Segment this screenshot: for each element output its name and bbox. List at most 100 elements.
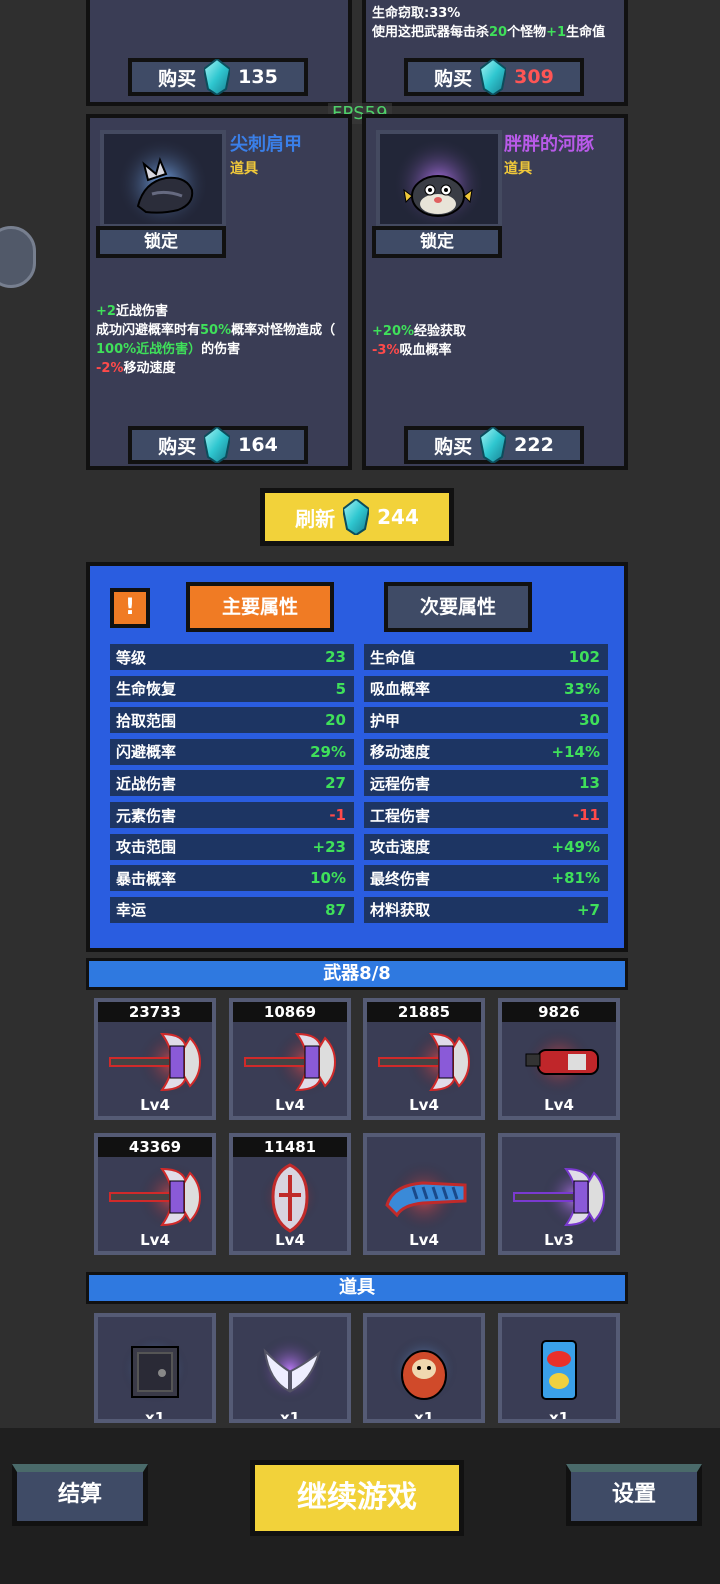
item-count: x1 — [144, 1409, 166, 1423]
stat-label: 护甲 — [370, 711, 401, 730]
settle-button[interactable]: 结算 — [12, 1464, 148, 1526]
stat-row: 材料获取 +7 — [364, 896, 608, 923]
stat-label: 工程伤害 — [370, 806, 431, 825]
weapon-level: Lv4 — [140, 1231, 170, 1249]
weapon-level: Lv3 — [544, 1231, 574, 1249]
item-thumbnail — [100, 130, 226, 230]
stat-label: 元素伤害 — [116, 806, 177, 825]
stat-row: 生命恢复 5 — [110, 675, 354, 702]
effect-line: +20%经验获取 — [372, 324, 467, 339]
desc-line: 生命窃取:33% — [372, 6, 461, 21]
buy-button[interactable]: 购买 164 — [128, 426, 308, 464]
stat-value: 27 — [325, 774, 346, 793]
stat-value: 23 — [325, 648, 346, 666]
gem-icon — [480, 59, 507, 95]
stat-label: 最终伤害 — [370, 869, 431, 888]
stat-label: 幸运 — [116, 901, 147, 920]
item-description: 生命窃取:33% 使用这把武器每击杀20个怪物+1生命值 — [372, 4, 605, 42]
weapon-damage: 10869 — [233, 1002, 347, 1022]
item-slot[interactable]: x1 — [94, 1313, 216, 1423]
item-name: 尖刺肩甲 — [230, 134, 302, 155]
buy-button[interactable]: 购买 309 — [404, 58, 584, 96]
axe-icon — [109, 1163, 206, 1231]
gem-icon — [204, 59, 231, 95]
stat-row: 吸血概率 33% — [364, 675, 608, 702]
stat-row: 攻击范围 +23 — [110, 833, 354, 860]
spiked-shoulder-icon — [117, 138, 209, 230]
tab-secondary-stats[interactable]: 次要属性 — [384, 582, 532, 632]
shield-icon — [260, 1163, 320, 1233]
stat-value: +7 — [576, 900, 600, 919]
stat-value: +23 — [312, 837, 346, 856]
stat-label: 拾取范围 — [116, 711, 177, 730]
weapon-slot[interactable]: 9826 Lv4 — [498, 998, 620, 1120]
price: 222 — [514, 434, 554, 456]
lock-button[interactable]: 锁定 — [372, 226, 502, 258]
safe-icon — [121, 1335, 189, 1403]
desc-line: 使用这把武器每击杀20个怪物+1生命值 — [372, 25, 606, 40]
stat-label: 吸血概率 — [370, 680, 431, 699]
stat-label: 攻击范围 — [116, 838, 177, 857]
stat-value: 20 — [325, 711, 346, 730]
weapon-slot[interactable]: Lv4 — [363, 1133, 485, 1255]
buy-label: 购买 — [158, 435, 197, 458]
weapon-slot[interactable]: 11481 Lv4 — [229, 1133, 351, 1255]
effect-line: -2%移动速度 — [96, 361, 176, 376]
buy-button[interactable]: 购买 222 — [404, 426, 584, 464]
weapon-slot[interactable]: Lv3 — [498, 1133, 620, 1255]
floating-assist-button[interactable] — [0, 226, 36, 288]
stats-panel: ! 主要属性 次要属性 等级 23 生命恢复 5 拾取范围 20 闪避概率 29% 近战伤害 27… — [86, 562, 628, 952]
settings-button[interactable]: 设置 — [566, 1464, 702, 1526]
stat-value: 10% — [310, 869, 346, 888]
item-slot[interactable]: x1 — [229, 1313, 351, 1423]
item-count: x1 — [548, 1409, 570, 1423]
stat-row: 暴击概率 10% — [110, 865, 354, 892]
effect-line: -3%吸血概率 — [372, 343, 452, 358]
refresh-price: 244 — [377, 505, 419, 529]
warning-icon[interactable]: ! — [110, 588, 150, 628]
lock-button[interactable]: 锁定 — [96, 226, 226, 258]
stat-label: 闪避概率 — [116, 743, 177, 762]
stat-row: 拾取范围 20 — [110, 707, 354, 734]
item-slot[interactable]: x1 — [498, 1313, 620, 1423]
weapons-header: 武器8/8 — [86, 958, 628, 990]
stat-row: 最终伤害 +81% — [364, 865, 608, 892]
item-thumbnail — [376, 130, 502, 230]
wings-icon — [256, 1335, 324, 1403]
stat-value: +81% — [551, 869, 600, 888]
effect-line: 100%近战伤害）的伤害 — [96, 342, 241, 357]
stat-row: 护甲 30 — [364, 707, 608, 734]
item-name: 胖胖的河豚 — [504, 134, 594, 155]
stat-row: 移动速度 +14% — [364, 738, 608, 765]
stat-label: 等级 — [116, 648, 147, 667]
weapon-slot[interactable]: 10869 Lv4 — [229, 998, 351, 1120]
item-effects: +20%经验获取 -3%吸血概率 — [372, 322, 628, 360]
weapon-slot[interactable]: 23733 Lv4 — [94, 998, 216, 1120]
effect-line: 成功闪避概率时有50%概率对怪物造成（ — [96, 323, 336, 338]
continue-game-button[interactable]: 继续游戏 — [250, 1460, 464, 1536]
stat-value: 13 — [579, 774, 600, 793]
weapon-slot[interactable]: 43369 Lv4 — [94, 1133, 216, 1255]
chainsaw-icon — [385, 1161, 467, 1233]
refresh-button[interactable]: 刷新 244 — [260, 488, 454, 546]
stat-row: 攻击速度 +49% — [364, 833, 608, 860]
price: 135 — [238, 66, 278, 88]
buy-button[interactable]: 购买 135 — [128, 58, 308, 96]
stat-label: 近战伤害 — [116, 774, 177, 793]
pufferfish-icon — [393, 138, 485, 230]
stat-value: 30 — [579, 711, 600, 730]
price: 164 — [238, 434, 278, 456]
stat-value: +49% — [551, 837, 600, 856]
weapon-damage: 43369 — [98, 1137, 212, 1157]
item-type: 道具 — [504, 161, 532, 177]
stat-row: 元素伤害 -1 — [110, 802, 354, 828]
refresh-label: 刷新 — [295, 506, 336, 531]
item-slot[interactable]: x1 — [363, 1313, 485, 1423]
chips-icon — [541, 1340, 577, 1400]
weapon-slot[interactable]: 21885 Lv4 — [363, 998, 485, 1120]
purple-axe-icon — [513, 1163, 610, 1231]
shop-card-item-1: 锁定 尖刺肩甲 道具 +2近战伤害 成功闪避概率时有50%概率对怪物造成（ 10… — [86, 114, 352, 470]
gem-icon — [480, 427, 507, 463]
tab-primary-stats[interactable]: 主要属性 — [186, 582, 334, 632]
weapon-level: Lv4 — [140, 1096, 170, 1114]
